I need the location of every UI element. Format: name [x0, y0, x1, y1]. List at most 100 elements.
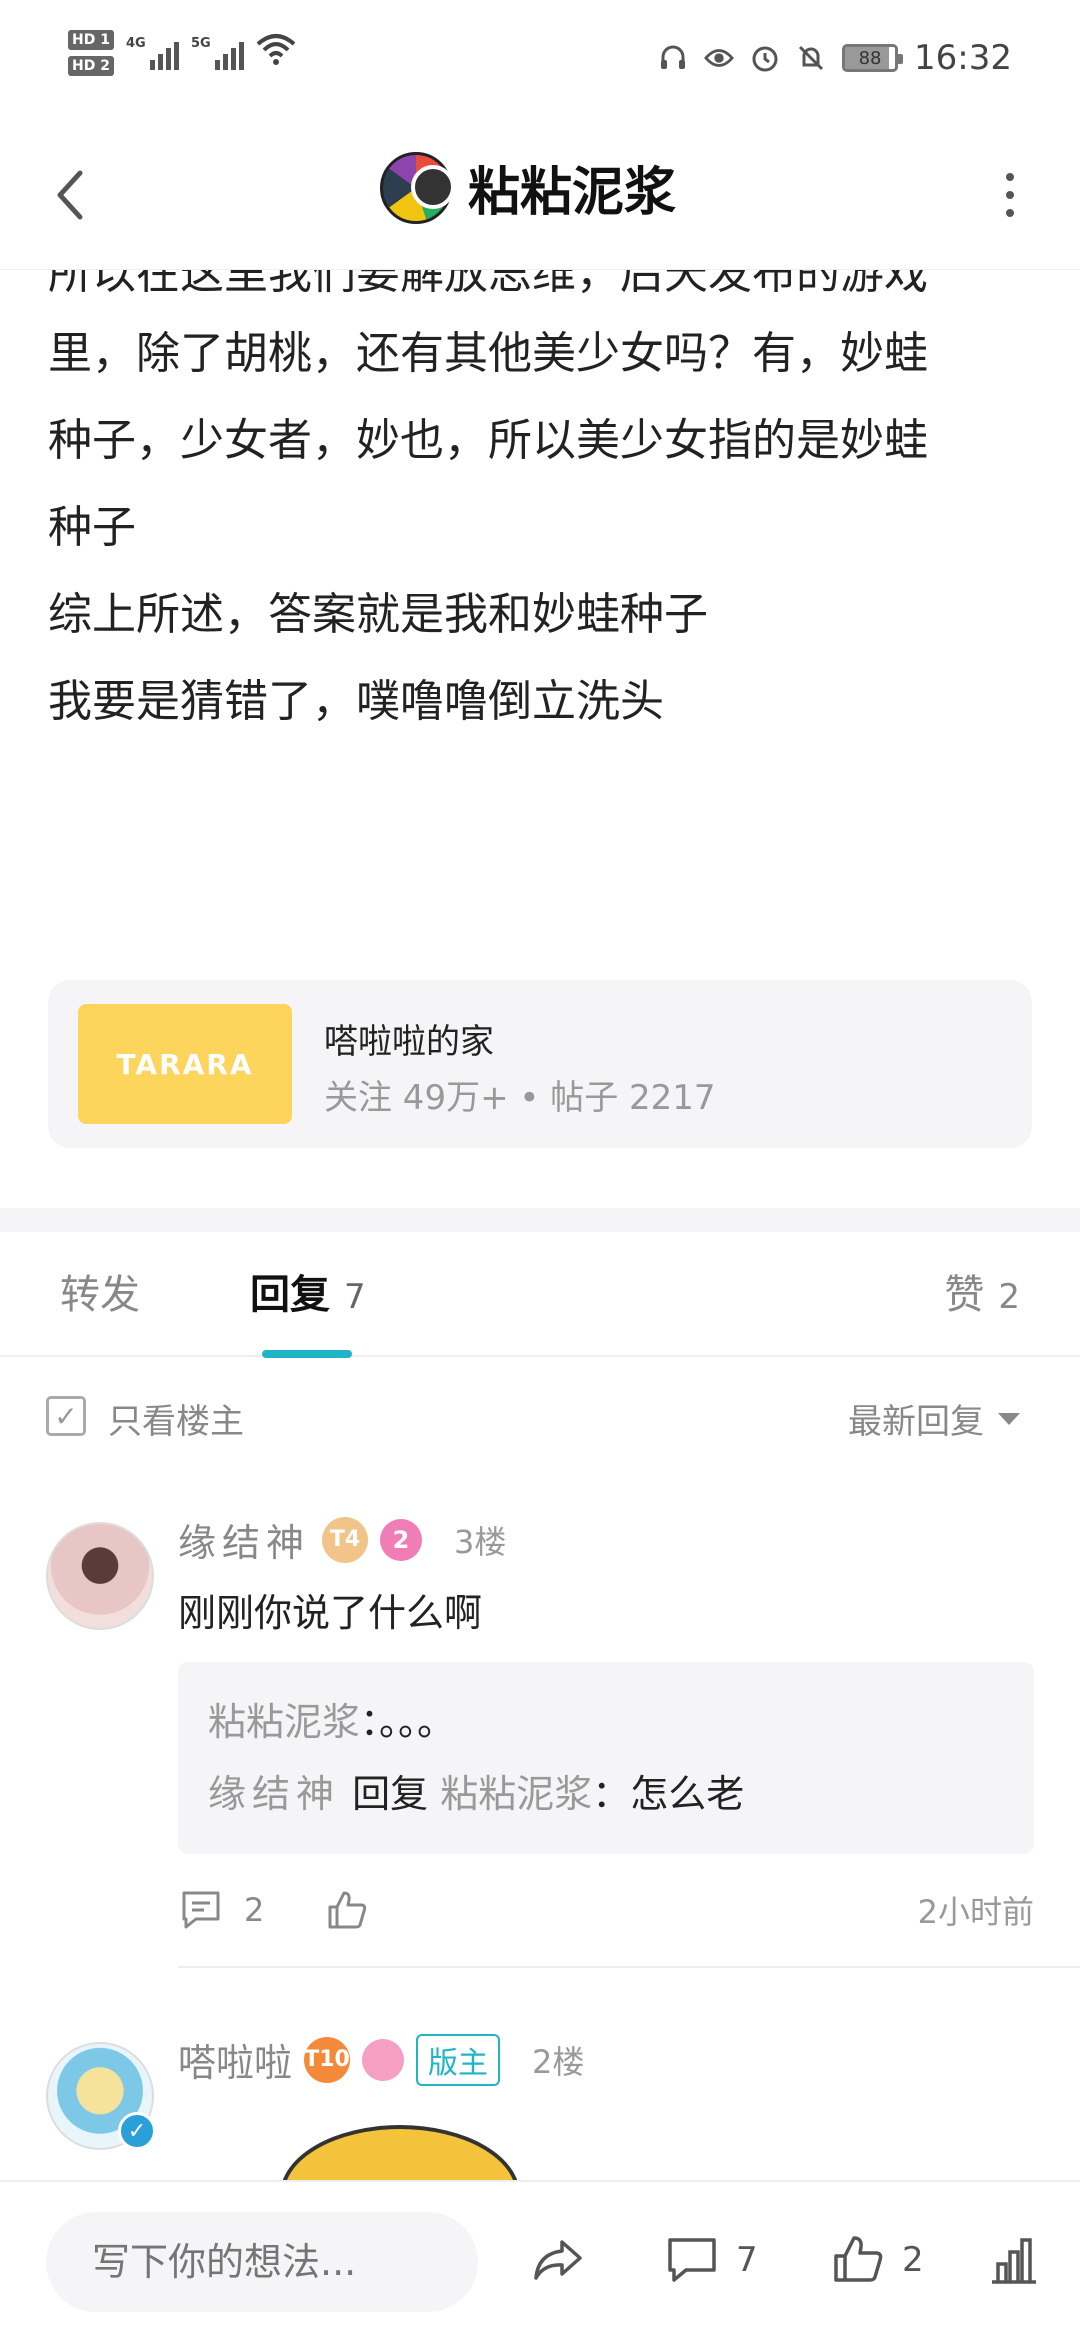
post-line: 种子，少女者，妙也，所以美少女指的是妙蛙 — [48, 415, 928, 466]
post-line: 综上所述，答案就是我和妙蛙种子 — [48, 589, 708, 640]
post-line: 种子 — [48, 502, 136, 553]
filter-row: ✓ 只看楼主 最新回复 — [0, 1360, 1080, 1470]
tab-active-indicator — [262, 1350, 352, 1358]
section-divider — [0, 1208, 1080, 1232]
comments-button[interactable]: 7 — [664, 2232, 758, 2288]
stats-button[interactable] — [986, 2232, 1042, 2288]
forum-meta: 关注 49万+ • 帖子 2217 — [324, 1078, 716, 1118]
more-dot-icon — [1006, 209, 1014, 217]
tab-forward[interactable]: 转发 — [60, 1262, 140, 1320]
headset-icon — [658, 43, 688, 73]
wifi-icon — [256, 32, 296, 75]
forum-logo: TARARA — [78, 1004, 292, 1124]
forum-name: 嗒啦啦的家 — [324, 1022, 494, 1062]
author-avatar[interactable] — [380, 151, 455, 224]
sort-label: 最新回复 — [848, 1402, 984, 1442]
tab-reply-count: 7 — [344, 1277, 366, 1317]
alarm-icon — [750, 43, 780, 73]
comment-item: ✓ 嗒啦啦 T10 版主 2楼 — [0, 2020, 1080, 2200]
battery-level: 88 — [858, 47, 882, 69]
bar-chart-icon — [992, 2238, 1036, 2284]
quote-target: 粘粘泥浆 — [440, 1772, 593, 1816]
signal-5g-icon: 5G — [191, 36, 244, 70]
more-dot-icon — [1006, 173, 1014, 181]
forum-card[interactable]: TARARA 嗒啦啦的家 关注 49万+ • 帖子 2217 — [48, 980, 1032, 1148]
back-button[interactable] — [40, 160, 100, 230]
quote-line: 粘粘泥浆：。。。 — [208, 1686, 1004, 1758]
avatar[interactable] — [46, 1522, 154, 1630]
post-line: 我要是猜错了，噗噜噜倒立洗头 — [48, 676, 664, 727]
quote-line: 缘结神 回复 粘粘泥浆：怎么老 — [208, 1758, 1004, 1830]
comment-icon — [668, 2238, 716, 2282]
eye-icon — [704, 43, 735, 73]
back-arrow-icon — [57, 170, 83, 220]
comment-icon — [182, 1891, 220, 1929]
medal-badge — [362, 2038, 405, 2081]
post-line: 里，除了胡桃，还有其他美少女吗？有，妙蛙 — [48, 328, 928, 379]
moderator-badge: 版主 — [416, 2033, 501, 2086]
medal-badge: 2 — [380, 1518, 423, 1561]
sort-dropdown[interactable]: 最新回复 — [848, 1394, 1020, 1443]
page-title: 粘粘泥浆 — [468, 163, 677, 223]
comment-time: 2小时前 — [917, 1893, 1034, 1931]
top-nav-bar: 粘粘泥浆 — [0, 120, 1080, 270]
more-dot-icon — [1006, 191, 1014, 199]
tab-bar: 转发 回复 7 赞2 — [0, 1232, 1080, 1358]
commenter-name[interactable]: 嗒啦啦 — [178, 2032, 292, 2087]
comment-header: 嗒啦啦 T10 版主 2楼 — [178, 2032, 584, 2087]
comment-text: 刚刚你说了什么啊 — [178, 1591, 483, 1635]
tab-like-count: 2 — [998, 1277, 1020, 1317]
verified-icon: ✓ — [118, 2112, 156, 2150]
tab-like-label: 赞 — [944, 1272, 985, 1318]
tab-forward-label: 转发 — [60, 1272, 140, 1318]
mute-icon — [796, 43, 826, 73]
thumbs-up-icon — [328, 1891, 367, 1929]
reply-quote-box[interactable]: 粘粘泥浆：。。。 缘结神 回复 粘粘泥浆：怎么老 — [178, 1662, 1034, 1854]
share-button[interactable] — [530, 2232, 586, 2288]
more-options-button[interactable] — [1000, 165, 1020, 225]
signal-5g-label: 5G — [190, 36, 211, 51]
quote-reply-word: 回复 — [352, 1772, 429, 1816]
post-content: 所以在这里我们要解放思维，后天发布的游戏 里，除了胡桃，还有其他美少女吗？有，妙… — [48, 240, 1038, 745]
hd-indicator: HD 1 HD 2 — [68, 30, 114, 76]
like-button[interactable] — [324, 1887, 370, 1933]
like-count: 2 — [902, 2240, 924, 2280]
bottom-action-bar: 7 2 — [0, 2180, 1080, 2340]
status-right: 88 16:32 — [658, 38, 1012, 78]
level-badge: T4 — [322, 1516, 369, 1563]
hd1-label: HD 1 — [68, 30, 114, 50]
sticker-image — [280, 2125, 520, 2185]
nav-title-group[interactable]: 粘粘泥浆 — [380, 150, 676, 225]
signal-4g-label: 4G — [125, 36, 146, 51]
comment-actions: 2 2小时前 — [178, 1880, 1034, 1940]
caret-down-icon — [998, 1412, 1020, 1425]
status-time: 16:32 — [914, 38, 1012, 78]
comment-header: 缘结神 T4 2 3楼 — [178, 1512, 506, 1567]
reply-button[interactable]: 2 — [178, 1887, 264, 1933]
hd2-label: HD 2 — [68, 56, 114, 76]
comment-count: 7 — [736, 2240, 758, 2280]
comment-item: 缘结神 T4 2 3楼 刚刚你说了什么啊 粘粘泥浆：。。。 缘结神 回复 粘粘泥… — [0, 1500, 1080, 2000]
like-button[interactable]: 2 — [830, 2232, 924, 2288]
comment-input[interactable] — [46, 2212, 478, 2312]
tab-reply[interactable]: 回复 7 — [250, 1262, 366, 1320]
level-badge: T10 — [304, 2036, 351, 2083]
only-op-label[interactable]: 只看楼主 — [108, 1394, 244, 1443]
status-left: HD 1 HD 2 4G 5G — [68, 30, 296, 76]
share-icon — [534, 2240, 582, 2280]
tab-like[interactable]: 赞2 — [944, 1262, 1020, 1320]
floor-number: 2楼 — [532, 2042, 585, 2081]
thumbs-up-icon — [834, 2236, 883, 2282]
quote-text: ：。。。 — [360, 1700, 456, 1744]
reply-count: 2 — [244, 1891, 265, 1929]
battery-icon: 88 — [842, 44, 904, 72]
only-op-checkbox[interactable]: ✓ — [46, 1396, 86, 1436]
quote-author: 粘粘泥浆 — [208, 1700, 361, 1744]
commenter-name[interactable]: 缘结神 — [178, 1512, 310, 1567]
comment-divider — [178, 1966, 1080, 1968]
status-bar: HD 1 HD 2 4G 5G 88 16:32 — [0, 0, 1080, 120]
quote-text: ：怎么老 — [592, 1772, 745, 1816]
floor-number: 3楼 — [454, 1522, 507, 1561]
quote-author: 缘结神 — [208, 1772, 341, 1816]
signal-4g-icon: 4G — [126, 36, 179, 70]
